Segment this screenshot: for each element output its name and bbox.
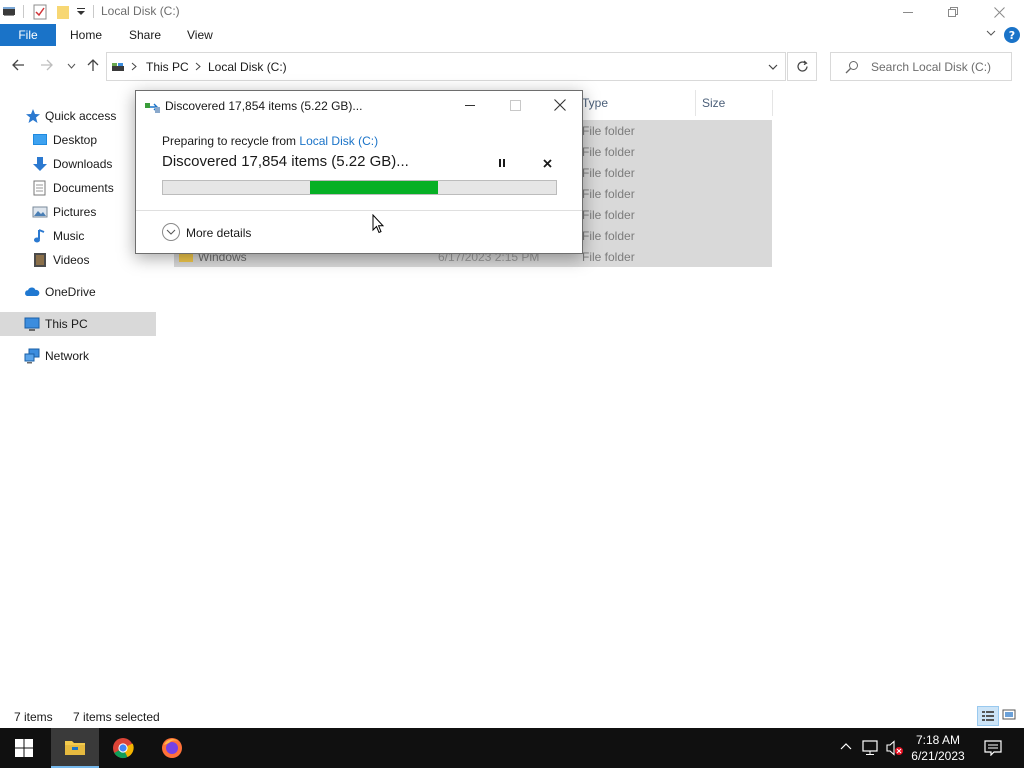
recycle-progress-dialog: Discovered 17,854 items (5.22 GB)... Pre… — [135, 90, 583, 254]
search-placeholder: Search Local Disk (C:) — [871, 60, 992, 74]
network-icon — [24, 348, 40, 364]
tab-home[interactable]: Home — [70, 28, 102, 42]
drive-icon — [111, 60, 125, 74]
sidebar-item-desktop[interactable]: Desktop — [0, 128, 156, 152]
sidebar-item-this-pc[interactable]: This PC — [0, 312, 156, 336]
clock-time: 7:18 AM — [915, 733, 961, 747]
cancel-icon — [542, 158, 552, 168]
expand-ribbon-icon[interactable] — [986, 29, 996, 37]
cancel-operation-button[interactable] — [541, 157, 553, 169]
tab-file[interactable]: File — [0, 24, 56, 46]
recycle-operation-icon — [145, 100, 161, 114]
sidebar-item-downloads[interactable]: Downloads — [0, 152, 156, 176]
minimize-button[interactable] — [885, 0, 931, 24]
progress-status-text: Discovered 17,854 items (5.22 GB)... — [162, 153, 409, 170]
up-button[interactable] — [86, 58, 100, 72]
status-bar: 7 items 7 items selected — [0, 706, 1024, 728]
more-details-button[interactable] — [162, 223, 180, 241]
videos-icon — [32, 252, 48, 268]
explorer-app-icon[interactable] — [2, 4, 16, 18]
chrome-icon — [113, 738, 134, 759]
large-icons-view-icon — [1002, 709, 1016, 720]
breadcrumb-local-disk[interactable]: Local Disk (C:) — [208, 60, 287, 74]
restore-button[interactable] — [930, 0, 976, 24]
back-button[interactable] — [11, 58, 25, 72]
sidebar-item-quick-access[interactable]: Quick access — [0, 104, 156, 128]
more-details-label[interactable]: More details — [186, 226, 251, 240]
taskbar-firefox[interactable] — [148, 728, 196, 768]
selected-count: 7 items selected — [73, 710, 160, 724]
start-button[interactable] — [0, 728, 48, 768]
dialog-minimize-button[interactable] — [458, 95, 482, 115]
firefox-icon — [162, 738, 182, 758]
customize-quick-access-icon[interactable] — [76, 7, 86, 17]
details-view-icon — [982, 711, 994, 721]
refresh-icon — [796, 60, 808, 72]
address-dropdown-icon[interactable] — [768, 64, 778, 71]
taskbar-chrome[interactable] — [99, 728, 147, 768]
window-title: Local Disk (C:) — [101, 4, 180, 18]
close-button[interactable] — [976, 0, 1022, 24]
ribbon-tabs: File Home Share View ? — [0, 24, 1024, 46]
cloud-icon — [24, 284, 40, 300]
computer-icon — [24, 316, 40, 332]
documents-icon — [32, 180, 48, 196]
pause-button[interactable] — [496, 157, 508, 169]
recent-locations-icon[interactable] — [67, 63, 76, 69]
breadcrumb-chevron-icon[interactable] — [195, 62, 201, 71]
system-clock[interactable]: 7:18 AM 6/21/2023 — [906, 732, 970, 764]
taskbar-file-explorer[interactable] — [51, 728, 99, 768]
source-link[interactable]: Local Disk (C:) — [299, 134, 378, 148]
svg-text:?: ? — [1009, 29, 1015, 42]
pause-icon — [499, 159, 505, 167]
navigation-pane: Quick access Desktop Downloads Documents… — [0, 100, 156, 700]
forward-button[interactable] — [40, 58, 54, 72]
address-bar[interactable]: This PC Local Disk (C:) — [106, 52, 786, 81]
column-header-type[interactable]: Type — [582, 96, 608, 110]
mouse-cursor-icon — [372, 214, 384, 234]
breadcrumb-this-pc[interactable]: This PC — [146, 60, 189, 74]
pictures-icon — [32, 204, 48, 220]
sidebar-item-music[interactable]: Music — [0, 224, 156, 248]
taskbar: 7:18 AM 6/21/2023 — [0, 728, 1024, 768]
progress-fill — [310, 181, 438, 194]
network-status-icon[interactable] — [862, 740, 880, 756]
title-bar: Local Disk (C:) — [0, 0, 1024, 24]
sidebar-item-network[interactable]: Network — [0, 344, 156, 368]
volume-muted-icon[interactable] — [886, 740, 904, 756]
column-header-size[interactable]: Size — [702, 96, 725, 110]
breadcrumb-chevron-icon[interactable] — [131, 62, 137, 71]
expand-chevron-icon — [162, 223, 180, 241]
properties-icon[interactable] — [33, 4, 47, 20]
dialog-maximize-button — [503, 95, 527, 115]
search-icon — [845, 60, 859, 74]
sidebar-item-videos[interactable]: Videos — [0, 248, 156, 272]
show-hidden-icons-icon[interactable] — [840, 742, 852, 750]
windows-logo-icon — [15, 739, 33, 757]
music-note-icon — [32, 228, 48, 244]
large-icons-view-button[interactable] — [1002, 708, 1016, 722]
download-arrow-icon — [32, 156, 48, 172]
desktop-folder-icon — [32, 132, 48, 148]
tab-share[interactable]: Share — [129, 28, 161, 42]
sidebar-item-pictures[interactable]: Pictures — [0, 200, 156, 224]
new-folder-icon[interactable] — [56, 4, 70, 20]
file-explorer-icon — [65, 741, 85, 755]
clock-date: 6/21/2023 — [911, 749, 965, 763]
dialog-divider — [136, 210, 582, 211]
search-box[interactable]: Search Local Disk (C:) — [830, 52, 1012, 81]
dialog-title: Discovered 17,854 items (5.22 GB)... — [165, 99, 363, 113]
details-view-button[interactable] — [977, 706, 999, 726]
item-count: 7 items — [14, 710, 53, 724]
sidebar-item-documents[interactable]: Documents — [0, 176, 156, 200]
preparing-text: Preparing to recycle from Local Disk (C:… — [162, 134, 379, 148]
star-icon — [25, 108, 41, 124]
refresh-button[interactable] — [787, 52, 817, 81]
dialog-close-button[interactable] — [548, 95, 572, 115]
help-icon[interactable]: ? — [1004, 27, 1020, 43]
progress-bar — [162, 180, 557, 195]
tab-view[interactable]: View — [187, 28, 213, 42]
sidebar-item-onedrive[interactable]: OneDrive — [0, 280, 156, 304]
action-center-icon[interactable] — [984, 740, 1002, 756]
